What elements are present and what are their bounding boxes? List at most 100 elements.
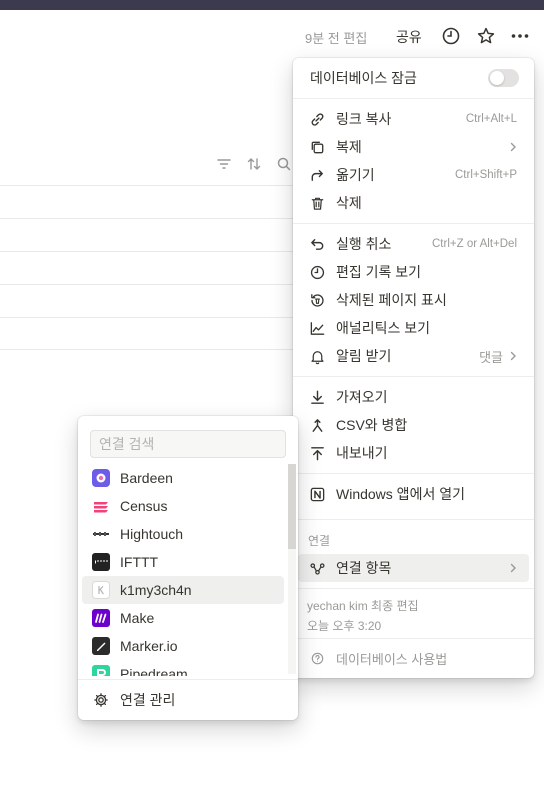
page-topbar: 9분 전 편집 공유 [0, 10, 544, 60]
connection-label: Hightouch [120, 526, 184, 542]
hightouch-logo-icon [92, 525, 110, 543]
filter-icon[interactable] [216, 156, 234, 174]
lock-database-row[interactable]: 데이터베이스 잠금 [298, 64, 529, 92]
menu-item-shortcut: Ctrl+Z or Alt+Del [432, 238, 517, 250]
notion-icon [307, 484, 327, 504]
manage-connections-button[interactable]: 연결 관리 [82, 686, 294, 714]
menu-item-copy-link[interactable]: 링크 복사 Ctrl+Alt+L [298, 105, 529, 133]
menu-item-label: 편집 기록 보기 [336, 264, 422, 280]
connection-label: Marker.io [120, 638, 178, 654]
menu-divider [293, 473, 534, 474]
analytics-icon [307, 318, 327, 338]
menu-item-label: 삭제된 페이지 표시 [336, 292, 447, 308]
pipedream-logo-icon [92, 665, 110, 676]
table-row-divider [0, 218, 300, 219]
connection-item-bardeen[interactable]: Bardeen [82, 464, 284, 492]
ifttt-logo-icon [92, 553, 110, 571]
connections-icon [307, 558, 327, 578]
menu-item-undo[interactable]: 실행 취소 Ctrl+Z or Alt+Del [298, 230, 529, 258]
connection-item-make[interactable]: Make [82, 604, 284, 632]
bardeen-logo-icon [92, 469, 110, 487]
marker-io-logo-icon [92, 637, 110, 655]
menu-item-shortcut: Ctrl+Shift+P [455, 169, 517, 181]
connection-item-ifttt[interactable]: IFTTT [82, 548, 284, 576]
menu-item-notifications[interactable]: 알림 받기 댓글 [298, 342, 529, 370]
menu-divider [78, 679, 298, 680]
menu-item-connections[interactable]: 연결 항목 [298, 554, 529, 582]
connection-list: Bardeen Census Hightouch IFTTT k1my3ch4n… [78, 464, 298, 676]
more-horizontal-icon[interactable] [509, 25, 531, 47]
table-row-divider [0, 284, 300, 285]
toggle-knob [490, 71, 504, 85]
menu-divider [293, 588, 534, 589]
menu-divider [293, 98, 534, 99]
sort-icon[interactable] [246, 156, 264, 174]
connection-item-pipedream[interactable]: Pipedream [82, 660, 284, 676]
connection-item-census[interactable]: Census [82, 492, 284, 520]
connections-section-caption: 연결 [308, 534, 331, 548]
table-row-divider [0, 251, 300, 252]
menu-divider [293, 376, 534, 377]
connection-list-scrollbar[interactable] [288, 464, 296, 549]
connection-label: Census [120, 498, 168, 514]
connection-search-input[interactable] [90, 430, 286, 458]
menu-item-label: 복제 [336, 139, 362, 155]
database-options-menu: 데이터베이스 잠금 링크 복사 Ctrl+Alt+L 복제 옮기기 Ctrl+S… [293, 58, 534, 678]
menu-item-page-history[interactable]: 편집 기록 보기 [298, 258, 529, 286]
menu-item-analytics[interactable]: 애널리틱스 보기 [298, 314, 529, 342]
menu-item-duplicate[interactable]: 복제 [298, 133, 529, 161]
menu-divider [293, 638, 534, 639]
star-icon[interactable] [475, 25, 497, 47]
menu-item-label: Windows 앱에서 열기 [336, 486, 465, 502]
menu-item-shortcut: Ctrl+Alt+L [465, 113, 517, 125]
chevron-right-icon [507, 349, 521, 363]
menu-item-export[interactable]: 내보내기 [298, 439, 529, 467]
trash-history-icon [307, 290, 327, 310]
connection-label: Pipedream [120, 666, 188, 676]
connection-label: Bardeen [120, 470, 173, 486]
menu-item-label: 내보내기 [336, 445, 388, 461]
table-row-divider [0, 185, 300, 186]
share-button[interactable]: 공유 [396, 27, 422, 47]
menu-item-help[interactable]: 데이터베이스 사용법 [298, 644, 529, 672]
clock-icon[interactable] [440, 25, 462, 47]
connection-item-hightouch[interactable]: Hightouch [82, 520, 284, 548]
menu-divider [293, 519, 534, 520]
make-logo-icon [92, 609, 110, 627]
duplicate-icon [307, 137, 327, 157]
notification-setting-value: 댓글 [479, 349, 503, 365]
connection-label: Make [120, 610, 155, 626]
window-titlebar [0, 0, 544, 10]
menu-item-label: 실행 취소 [336, 236, 392, 252]
menu-item-deleted-pages[interactable]: 삭제된 페이지 표시 [298, 286, 529, 314]
connections-submenu: Bardeen Census Hightouch IFTTT k1my3ch4n… [78, 416, 298, 720]
manage-connections-label: 연결 관리 [120, 692, 176, 708]
menu-item-label: 가져오기 [336, 389, 388, 405]
lock-database-label: 데이터베이스 잠금 [310, 70, 417, 86]
connection-item-k1my3ch4n[interactable]: k1my3ch4n [82, 576, 284, 604]
menu-item-label: 옮기기 [336, 167, 375, 183]
census-logo-icon [92, 497, 110, 515]
help-circle-icon [307, 648, 327, 668]
clock-icon [307, 262, 327, 282]
lock-database-toggle[interactable] [488, 69, 519, 87]
connection-item-marker-io[interactable]: Marker.io [82, 632, 284, 660]
menu-item-label: 애널리틱스 보기 [336, 320, 431, 336]
move-icon [307, 165, 327, 185]
last-edited-label: 9분 전 편집 [305, 31, 368, 46]
menu-item-import[interactable]: 가져오기 [298, 383, 529, 411]
menu-item-open-in-app[interactable]: Windows 앱에서 열기 [298, 480, 529, 508]
search-icon[interactable] [276, 156, 294, 174]
menu-item-delete[interactable]: 삭제 [298, 189, 529, 217]
chevron-right-icon [507, 140, 521, 154]
connection-label: IFTTT [120, 554, 159, 570]
import-icon [307, 387, 327, 407]
last-edited-by: yechan kim 최종 편집 [307, 599, 419, 613]
menu-item-label: 삭제 [336, 195, 362, 211]
menu-item-move[interactable]: 옮기기 Ctrl+Shift+P [298, 161, 529, 189]
merge-icon [307, 415, 327, 435]
menu-item-label: 링크 복사 [336, 111, 392, 127]
menu-item-merge-csv[interactable]: CSV와 병합 [298, 411, 529, 439]
table-row-divider [0, 349, 300, 350]
table-row-divider [0, 317, 300, 318]
